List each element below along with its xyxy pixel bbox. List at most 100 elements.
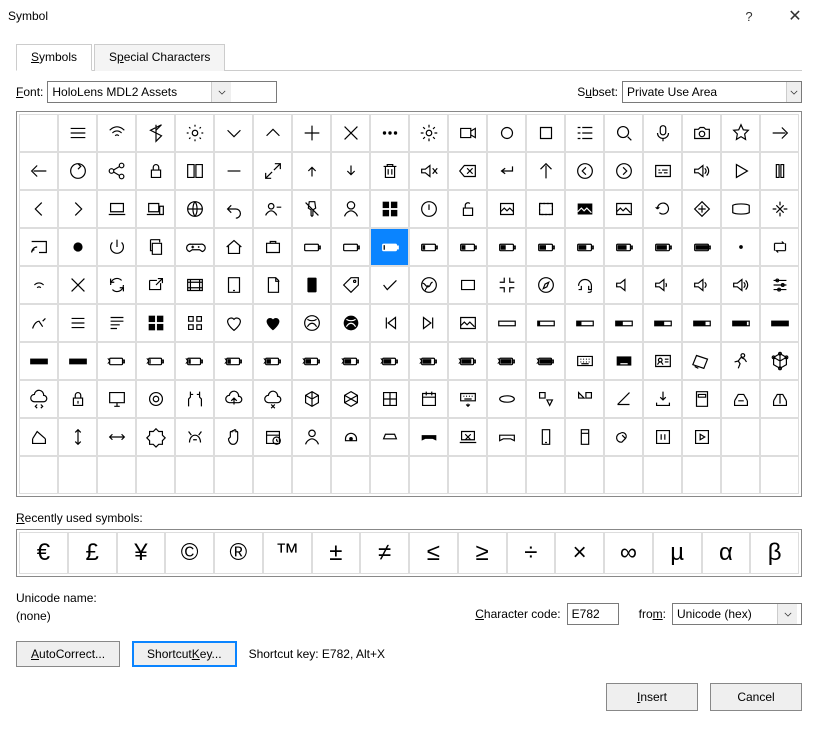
close-button[interactable]: ✕ (772, 0, 818, 32)
symbol-cell[interactable] (682, 456, 721, 494)
symbol-cell[interactable] (604, 304, 643, 342)
symbol-cell[interactable] (331, 418, 370, 456)
symbol-cell[interactable] (136, 418, 175, 456)
recent-symbol-cell[interactable]: ™ (263, 532, 312, 574)
symbol-cell[interactable] (487, 304, 526, 342)
symbol-cell[interactable] (448, 228, 487, 266)
recent-symbol-cell[interactable]: ¥ (117, 532, 166, 574)
recent-symbol-cell[interactable]: ÷ (507, 532, 556, 574)
subset-input[interactable] (623, 82, 786, 102)
symbol-cell[interactable] (448, 418, 487, 456)
symbol-cell[interactable] (136, 114, 175, 152)
symbol-cell[interactable] (409, 152, 448, 190)
symbol-cell[interactable] (19, 152, 58, 190)
symbol-cell[interactable] (448, 152, 487, 190)
symbol-cell[interactable] (760, 304, 799, 342)
symbol-cell[interactable] (97, 342, 136, 380)
recent-symbol-cell[interactable]: ≤ (409, 532, 458, 574)
symbol-cell[interactable] (58, 228, 97, 266)
symbol-cell[interactable] (292, 380, 331, 418)
symbol-cell[interactable] (565, 304, 604, 342)
subset-combo[interactable] (622, 81, 802, 103)
symbol-cell[interactable] (214, 114, 253, 152)
symbol-cell[interactable] (175, 152, 214, 190)
symbol-cell[interactable] (526, 418, 565, 456)
symbol-cell[interactable] (643, 418, 682, 456)
symbol-cell[interactable] (214, 380, 253, 418)
symbol-cell[interactable] (721, 228, 760, 266)
symbol-cell[interactable] (58, 152, 97, 190)
symbol-cell[interactable] (721, 342, 760, 380)
symbol-cell[interactable] (565, 380, 604, 418)
symbol-cell[interactable] (136, 190, 175, 228)
symbol-cell[interactable] (526, 456, 565, 494)
symbol-cell[interactable] (19, 114, 58, 152)
recent-symbol-cell[interactable]: £ (68, 532, 117, 574)
symbol-cell[interactable] (97, 114, 136, 152)
symbol-cell[interactable] (292, 190, 331, 228)
symbol-cell[interactable] (604, 152, 643, 190)
symbol-cell[interactable] (331, 190, 370, 228)
symbol-cell[interactable] (136, 456, 175, 494)
symbol-cell[interactable] (214, 152, 253, 190)
symbol-cell[interactable] (526, 266, 565, 304)
symbol-cell[interactable] (97, 152, 136, 190)
recent-symbol-cell[interactable]: α (702, 532, 751, 574)
symbol-cell[interactable] (565, 456, 604, 494)
symbol-cell[interactable] (331, 152, 370, 190)
symbol-cell[interactable] (292, 114, 331, 152)
symbol-cell[interactable] (175, 114, 214, 152)
symbol-cell[interactable] (409, 304, 448, 342)
symbol-cell[interactable] (487, 266, 526, 304)
symbol-cell[interactable] (370, 342, 409, 380)
chevron-down-icon[interactable] (786, 82, 801, 102)
symbol-cell[interactable] (97, 418, 136, 456)
symbol-cell[interactable] (526, 342, 565, 380)
symbol-cell[interactable] (565, 342, 604, 380)
symbol-cell[interactable] (487, 228, 526, 266)
symbol-cell[interactable] (526, 190, 565, 228)
symbol-cell[interactable] (370, 304, 409, 342)
symbol-cell[interactable] (448, 304, 487, 342)
symbol-cell[interactable] (643, 456, 682, 494)
symbol-cell[interactable] (292, 266, 331, 304)
symbol-cell[interactable] (214, 190, 253, 228)
symbol-cell[interactable] (19, 190, 58, 228)
symbol-cell[interactable] (370, 456, 409, 494)
symbol-cell[interactable] (409, 418, 448, 456)
symbol-cell[interactable] (175, 342, 214, 380)
symbol-cell[interactable] (253, 418, 292, 456)
symbol-cell[interactable] (175, 266, 214, 304)
symbol-cell[interactable] (97, 304, 136, 342)
symbol-cell[interactable] (604, 418, 643, 456)
symbol-cell[interactable] (253, 456, 292, 494)
symbol-cell[interactable] (331, 456, 370, 494)
font-input[interactable] (48, 82, 211, 102)
symbol-cell[interactable] (19, 456, 58, 494)
symbol-cell[interactable] (760, 190, 799, 228)
symbol-cell[interactable] (19, 304, 58, 342)
symbol-cell[interactable] (448, 266, 487, 304)
symbol-cell[interactable] (643, 304, 682, 342)
symbol-cell[interactable] (214, 342, 253, 380)
symbol-cell[interactable] (643, 114, 682, 152)
symbol-cell[interactable] (682, 342, 721, 380)
symbol-cell[interactable] (136, 304, 175, 342)
symbol-cell[interactable] (292, 304, 331, 342)
symbol-cell[interactable] (487, 380, 526, 418)
symbol-cell[interactable] (370, 152, 409, 190)
symbol-cell[interactable] (97, 456, 136, 494)
symbol-cell[interactable] (19, 418, 58, 456)
symbol-cell[interactable] (97, 266, 136, 304)
symbol-cell[interactable] (604, 190, 643, 228)
symbol-cell[interactable] (175, 380, 214, 418)
recent-symbol-cell[interactable]: € (19, 532, 68, 574)
symbol-cell[interactable] (175, 190, 214, 228)
symbol-cell[interactable] (760, 342, 799, 380)
symbol-cell[interactable] (370, 190, 409, 228)
symbol-cell[interactable] (58, 456, 97, 494)
symbol-cell[interactable] (370, 228, 409, 266)
symbol-cell[interactable] (331, 380, 370, 418)
cancel-button[interactable]: Cancel (710, 683, 802, 711)
symbol-cell[interactable] (58, 114, 97, 152)
